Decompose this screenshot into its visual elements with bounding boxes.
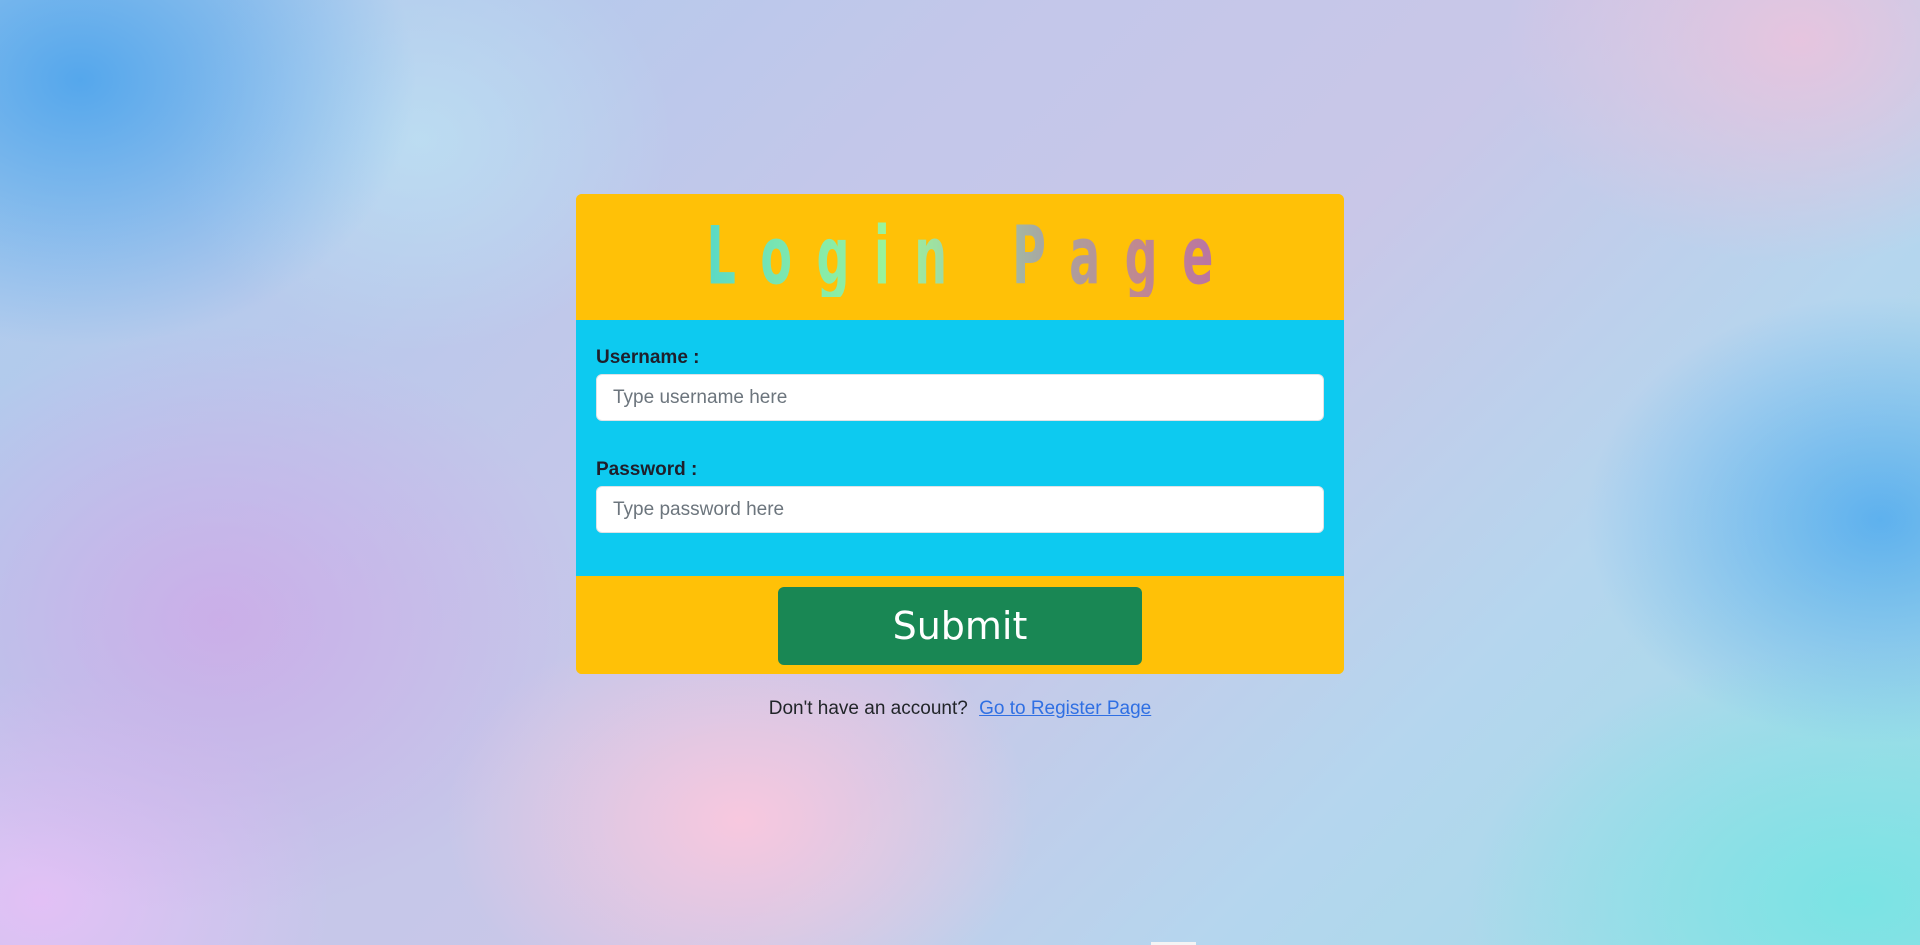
card-header: Login Page [576,194,1344,320]
password-input[interactable] [596,486,1324,533]
username-input[interactable] [596,374,1324,421]
submit-button[interactable]: Submit [778,587,1142,665]
register-prompt-text: Don't have an account? [768,698,968,719]
page-title: Login Page [682,217,1238,297]
username-label: Username : [596,347,700,368]
login-form: Username : Password : [576,320,1344,576]
password-label: Password : [596,459,698,480]
card-footer: Submit [576,576,1344,674]
login-card: Login Page Username : Password : Submit [576,194,1344,674]
register-prompt-line: Don't have an account? Go to Register Pa… [0,698,1920,720]
register-link[interactable]: Go to Register Page [979,698,1151,719]
